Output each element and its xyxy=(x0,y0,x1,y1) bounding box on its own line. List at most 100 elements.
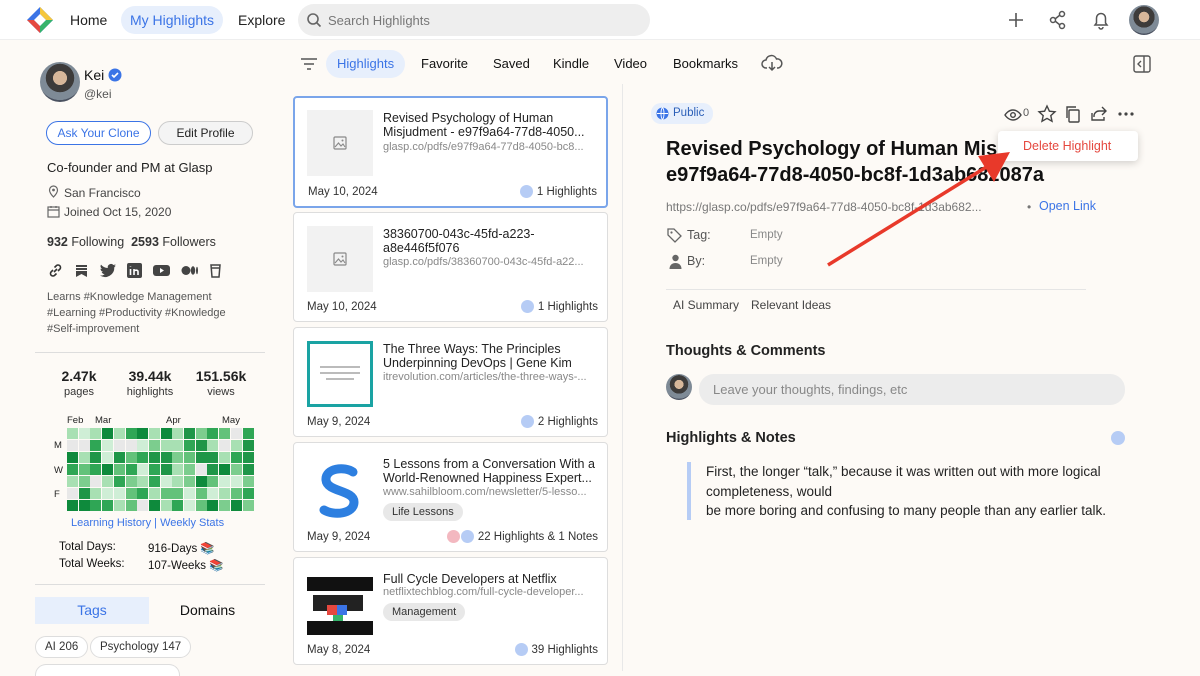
edit-profile-button[interactable]: Edit Profile xyxy=(158,121,253,145)
heatmap-cell xyxy=(137,452,149,463)
plus-icon[interactable] xyxy=(1005,9,1027,31)
heatmap-cell xyxy=(242,440,254,451)
ask-clone-button[interactable]: Ask Your Clone xyxy=(46,121,151,145)
heatmap-cell xyxy=(90,464,102,475)
card-count-text: 1 Highlights xyxy=(537,300,598,313)
follow-counts: 932 Following 2593 Followers xyxy=(47,235,216,249)
nav-my-highlights[interactable]: My Highlights xyxy=(121,6,224,34)
card-title[interactable]: Full Cycle Developers at Netflix xyxy=(383,572,603,586)
heatmap-cell xyxy=(219,452,231,463)
card-tag[interactable]: Life Lessons xyxy=(383,503,463,521)
filter-icon[interactable] xyxy=(300,56,318,72)
heatmap-cell xyxy=(160,476,172,487)
youtube-icon[interactable] xyxy=(152,262,171,279)
bell-icon[interactable] xyxy=(1090,9,1112,31)
tab-saved[interactable]: Saved xyxy=(482,50,541,78)
tab-highlights[interactable]: Highlights xyxy=(326,50,406,78)
card-count-text: 22 Highlights & 1 Notes xyxy=(477,530,598,543)
weekly-stats-link[interactable]: Weekly Stats xyxy=(160,517,224,529)
interest-line: #Learning #Productivity #Knowledge xyxy=(47,307,226,319)
card-title[interactable]: Revised Psychology of Human Misjudment -… xyxy=(383,111,603,139)
heatmap-cell xyxy=(195,452,207,463)
tab-bookmarks[interactable]: Bookmarks xyxy=(662,50,749,78)
heatmap-cell xyxy=(207,452,219,463)
sidebar-toggle-icon[interactable] xyxy=(1133,55,1151,73)
tab-tags[interactable]: Tags xyxy=(35,597,149,624)
tab-video[interactable]: Video xyxy=(603,50,658,78)
more-options-icon[interactable] xyxy=(1117,105,1135,123)
profile-handle: @kei xyxy=(84,87,112,101)
tab-ai-summary[interactable]: AI Summary xyxy=(673,298,739,312)
tag-value[interactable]: Empty xyxy=(750,229,783,241)
heatmap-cell xyxy=(78,488,90,499)
share-icon[interactable] xyxy=(1047,9,1069,31)
profile-bio: Co-founder and PM at Glasp xyxy=(47,160,213,175)
card-title[interactable]: The Three Ways: The Principles Underpinn… xyxy=(383,342,603,370)
open-link[interactable]: Open Link xyxy=(1039,199,1096,213)
card-count: 22 Highlights & 1 Notes xyxy=(446,530,598,543)
highlight-card[interactable]: 5 Lessons from a Conversation With a Wor… xyxy=(293,442,608,552)
tab-kindle[interactable]: Kindle xyxy=(542,50,600,78)
heatmap-cell xyxy=(137,500,149,511)
glasp-logo[interactable] xyxy=(26,6,54,34)
tab-domains[interactable]: Domains xyxy=(150,597,265,624)
heatmap-cell xyxy=(137,464,149,475)
nav-explore[interactable]: Explore xyxy=(229,6,294,34)
followers-label[interactable]: Followers xyxy=(162,235,216,249)
followers-count[interactable]: 2593 xyxy=(131,235,159,249)
cloud-download-icon[interactable] xyxy=(761,54,783,72)
tag-pill[interactable]: AI 206 xyxy=(35,636,89,658)
highlight-card[interactable]: Full Cycle Developers at Netflix netflix… xyxy=(293,557,608,665)
heatmap-cell xyxy=(78,452,90,463)
card-date: May 9, 2024 xyxy=(307,416,371,428)
following-count[interactable]: 932 xyxy=(47,235,68,249)
heatmap-cell xyxy=(230,452,242,463)
heatmap-cell xyxy=(219,500,231,511)
linkedin-icon[interactable] xyxy=(126,262,143,279)
link-icon[interactable] xyxy=(47,262,64,279)
highlight-card[interactable]: Revised Psychology of Human Misjudment -… xyxy=(293,96,608,208)
heatmap-cell xyxy=(67,476,78,487)
following-label[interactable]: Following xyxy=(71,235,124,249)
heatmap-cell xyxy=(242,500,254,511)
card-title[interactable]: 5 Lessons from a Conversation With a Wor… xyxy=(383,457,603,485)
card-url: netflixtechblog.com/full-cycle-developer… xyxy=(383,586,584,598)
heatmap-cell xyxy=(102,476,114,487)
heatmap-cell xyxy=(125,476,137,487)
learning-history-link[interactable]: Learning History xyxy=(71,517,151,529)
share-out-icon[interactable] xyxy=(1090,104,1108,122)
highlight-card[interactable]: 38360700-043c-45fd-a223-a8e446f5f076 gla… xyxy=(293,212,608,322)
thumbnail-placeholder xyxy=(307,226,373,292)
copy-icon[interactable] xyxy=(1064,105,1082,123)
heatmap-cell xyxy=(160,500,172,511)
search-input[interactable] xyxy=(328,12,628,28)
card-url: glasp.co/pdfs/38360700-043c-45fd-a22... xyxy=(383,256,584,268)
heatmap-cell xyxy=(242,452,254,463)
comment-input[interactable]: Leave your thoughts, findings, etc xyxy=(699,374,1125,405)
card-url: glasp.co/pdfs/e97f9a64-77d8-4050-bc8... xyxy=(383,141,584,153)
commenter-avatar xyxy=(666,374,692,400)
card-count-text: 39 Highlights xyxy=(531,643,598,656)
tab-favorite[interactable]: Favorite xyxy=(410,50,479,78)
tab-relevant-ideas[interactable]: Relevant Ideas xyxy=(751,298,831,312)
heatmap-cell xyxy=(219,488,231,499)
card-title[interactable]: 38360700-043c-45fd-a223-a8e446f5f076 xyxy=(383,227,563,255)
tag-pill-partial[interactable] xyxy=(35,664,180,676)
star-icon[interactable] xyxy=(1037,104,1057,124)
highlight-text[interactable]: First, the longer “talk,” because it was… xyxy=(706,462,1126,521)
twitter-icon[interactable] xyxy=(99,262,117,279)
thumbnail-devops xyxy=(307,341,373,407)
by-value: Empty xyxy=(750,255,783,267)
substack-icon[interactable] xyxy=(73,262,90,279)
medium-icon[interactable] xyxy=(180,262,199,279)
visibility-badge[interactable]: Public xyxy=(651,103,714,124)
card-url: www.sahilbloom.com/newsletter/5-lesso... xyxy=(383,486,587,498)
user-avatar[interactable] xyxy=(1129,5,1159,35)
tag-pill[interactable]: Psychology 147 xyxy=(90,636,192,658)
heatmap-cell xyxy=(102,488,114,499)
card-tag[interactable]: Management xyxy=(383,603,466,621)
glasp-cup-icon[interactable] xyxy=(208,262,223,279)
highlight-card[interactable]: The Three Ways: The Principles Underpinn… xyxy=(293,327,608,437)
nav-home[interactable]: Home xyxy=(61,6,116,34)
heatmap-cell xyxy=(160,488,172,499)
